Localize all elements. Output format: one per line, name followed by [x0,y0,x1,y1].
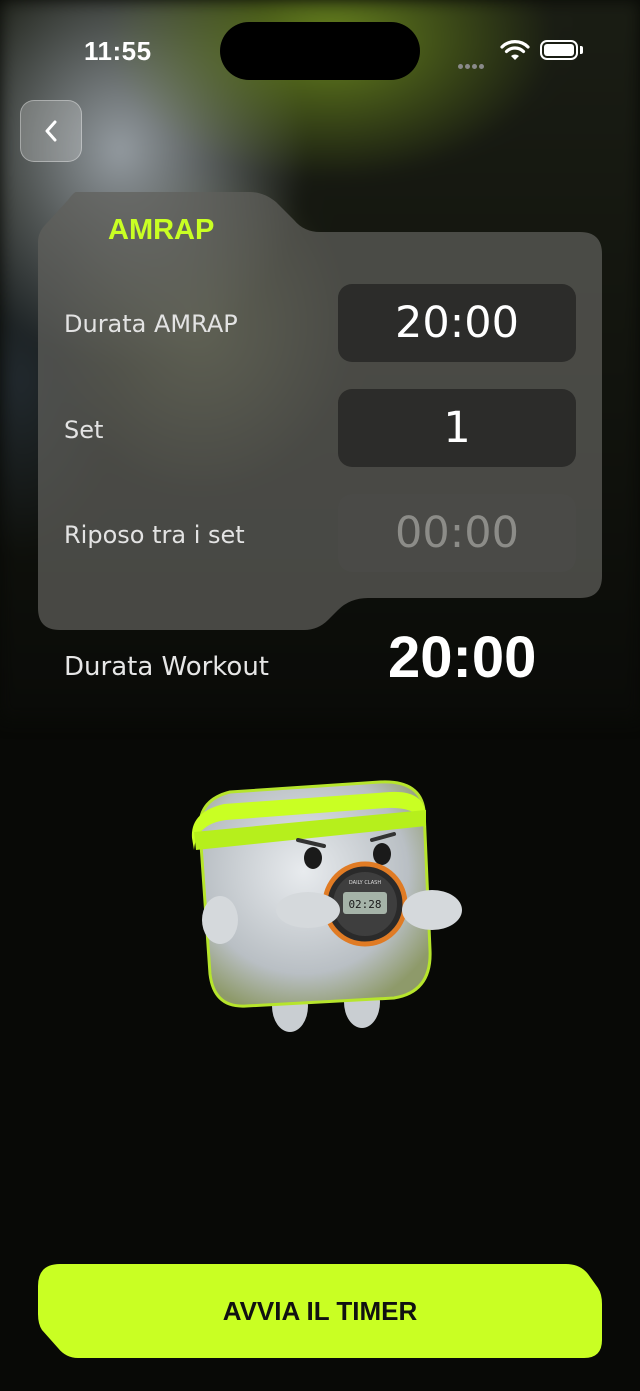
battery-cap [580,46,583,54]
rest-between-sets-label: Riposo tra i set [64,521,245,549]
status-bar: 11:55 [0,0,640,100]
workout-duration-value: 20:00 [388,625,537,690]
sets-label: Set [64,416,104,444]
status-time: 11:55 [84,36,152,66]
amrap-settings-card: AMRAP Durata AMRAP 20:00 Set 1 Riposo tr… [38,192,602,630]
sets-field[interactable]: 1 [338,389,576,467]
cellular-signal-icon [458,54,486,73]
back-button[interactable] [20,100,82,162]
mascot-illustration: 02:28 DAILY CLASH [191,780,462,1032]
rest-between-sets-field[interactable]: 00:00 [338,494,576,572]
start-timer-button[interactable]: AVVIA IL TIMER [38,1264,602,1358]
start-timer-label: AVVIA IL TIMER [222,1295,418,1326]
card-title: AMRAP [108,214,215,246]
workout-duration-label: Durata Workout [64,652,270,682]
amrap-duration-field[interactable]: 20:00 [338,284,576,362]
chevron-left-icon [45,120,57,142]
watch-time-text: 02:28 [348,898,381,911]
wifi-icon [500,40,530,60]
dynamic-island [220,22,420,80]
battery-icon [540,40,578,60]
watch-brand-text: DAILY CLASH [349,880,381,886]
amrap-duration-label: Durata AMRAP [64,310,238,338]
